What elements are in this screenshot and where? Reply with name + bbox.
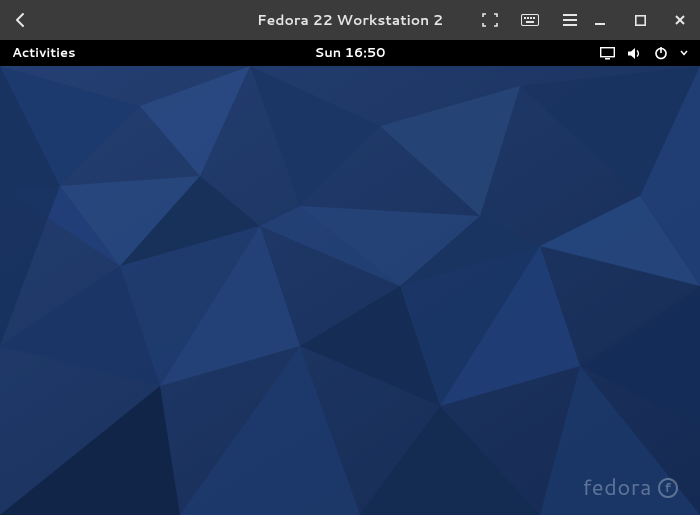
wallpaper-pattern [0,66,700,515]
back-button[interactable] [0,0,40,40]
maximize-icon [635,15,646,26]
fedora-logo-icon: f [658,478,678,498]
display-icon [600,47,615,60]
clock-button[interactable]: Sun 16:50 [315,44,386,62]
menu-button[interactable] [560,10,580,30]
minimize-button[interactable] [590,10,610,30]
minimize-icon [594,14,606,26]
close-icon [674,14,686,26]
volume-icon [627,47,642,60]
keyboard-icon [521,14,539,26]
chevron-left-icon [15,12,25,28]
status-menu[interactable] [600,46,688,60]
fullscreen-icon [482,13,498,27]
chevron-down-icon [680,50,688,56]
power-icon [654,46,668,60]
desktop-wallpaper[interactable]: fedora f [0,66,700,515]
hamburger-icon [563,14,577,26]
vm-title: Fedora 22 Workstation 2 [257,10,443,30]
maximize-button[interactable] [630,10,650,30]
fedora-watermark: fedora f [582,472,678,503]
vm-titlebar: Fedora 22 Workstation 2 [0,0,700,40]
fedora-logo-text: fedora [582,472,652,503]
keyboard-button[interactable] [520,10,540,30]
close-button[interactable] [670,10,690,30]
fullscreen-button[interactable] [480,10,500,30]
gnome-top-bar: Activities Sun 16:50 [0,40,700,66]
activities-button[interactable]: Activities [12,44,76,62]
